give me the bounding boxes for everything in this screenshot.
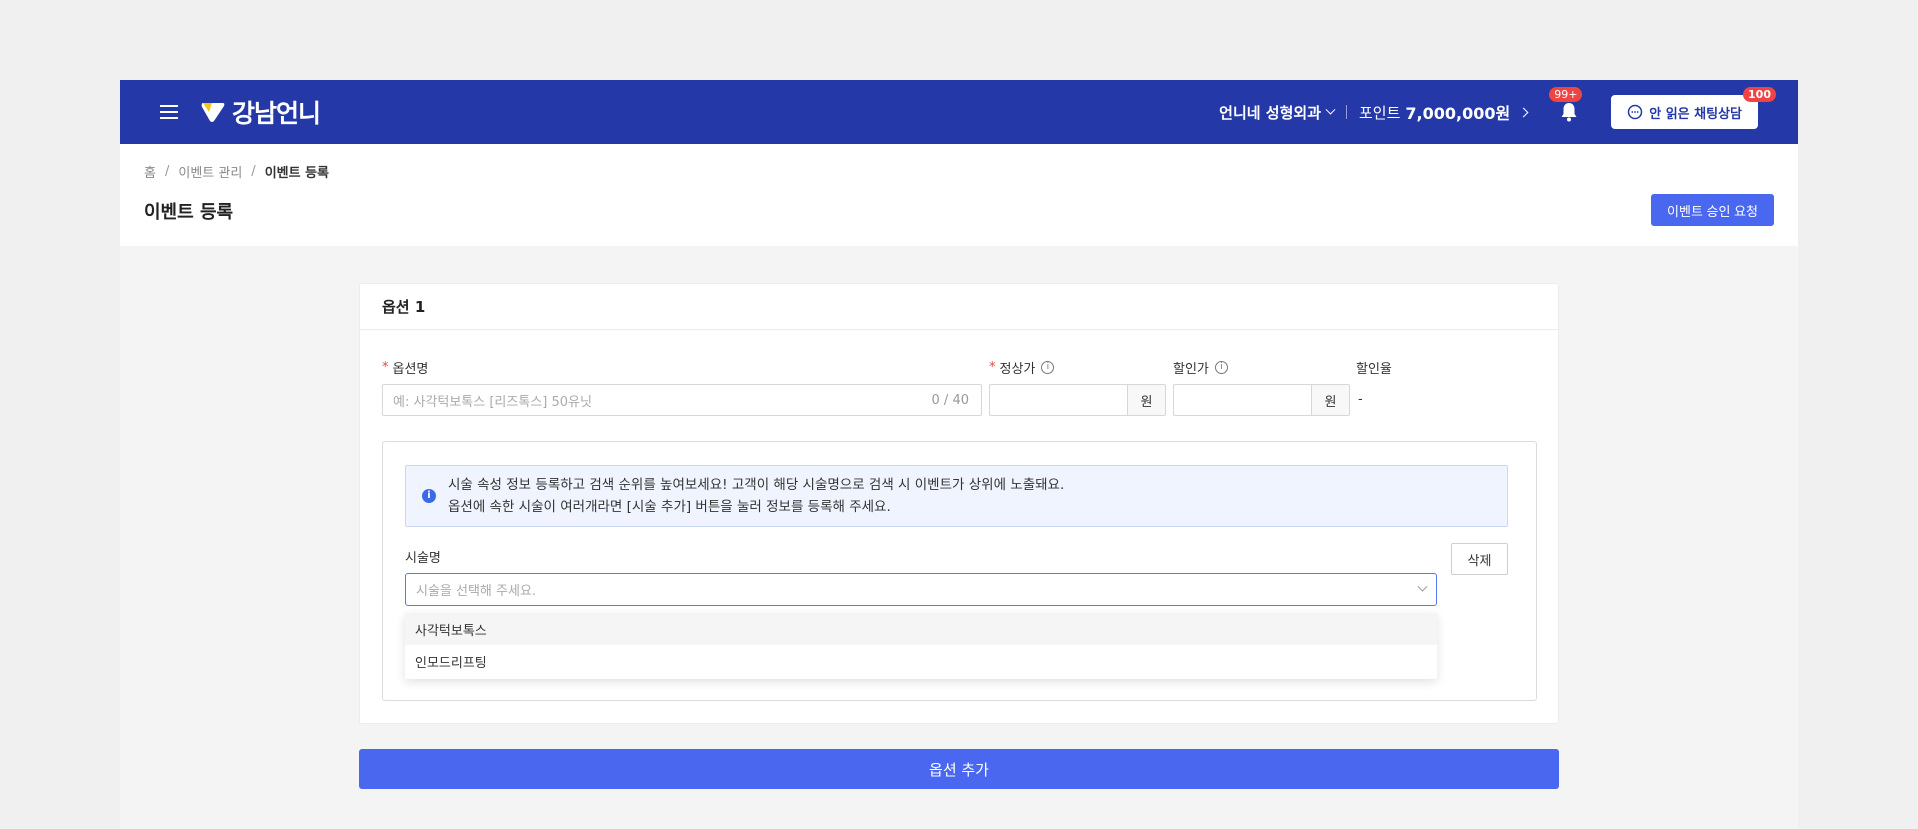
sale-price-label-text: 할인가 — [1173, 362, 1209, 377]
procedure-select[interactable]: 시술을 선택해 주세요. — [405, 573, 1437, 606]
breadcrumb-current: 이벤트 등록 — [264, 166, 330, 181]
info-icon: i — [422, 489, 436, 503]
regular-price-label: * 정상가 i — [989, 358, 1055, 377]
option-name-counter: 0 / 40 — [931, 392, 969, 408]
procedure-dropdown: 사각턱보톡스 인모드리프팅 — [405, 613, 1437, 679]
notice-text: 시술 속성 정보 등록하고 검색 순위를 높여보세요! 고객이 해당 시술명으로… — [448, 474, 1064, 518]
logo-mark-icon — [201, 103, 225, 122]
dropdown-option[interactable]: 인모드리프팅 — [405, 645, 1437, 677]
option-name-input[interactable]: 예: 사각턱보톡스 [리즈톡스] 50유닛 0 / 40 — [382, 384, 982, 416]
chevron-down-icon — [1417, 581, 1428, 592]
option-field-labels: * 옵션명 * 정상가 i 할인가 i 할인율 — [382, 358, 1542, 377]
info-icon[interactable]: i — [1041, 361, 1055, 374]
delete-procedure-button[interactable]: 삭제 — [1451, 543, 1508, 575]
breadcrumb-home[interactable]: 홈 — [144, 162, 156, 181]
dropdown-option[interactable]: 사각턱보톡스 — [405, 613, 1437, 645]
sale-price-input[interactable]: 원 — [1173, 384, 1350, 416]
discount-rate-value: - — [1358, 392, 1363, 407]
discount-rate-label-text: 할인율 — [1356, 362, 1392, 377]
option-card: 옵션 1 * 옵션명 * 정상가 i 할인가 i 할인율 예: 사각턱보톡스 [… — [359, 283, 1559, 724]
breadcrumb: 홈 / 이벤트 관리 / 이벤트 등록 — [144, 144, 1774, 181]
clinic-name: 언니네 성형외과 — [1219, 103, 1321, 122]
notice-line-1: 시술 속성 정보 등록하고 검색 순위를 높여보세요! 고객이 해당 시술명으로… — [448, 477, 1065, 493]
top-navigation-bar: 강남언니 언니네 성형외과 포인트 7,000,000원 99+ 안 읽은 채팅… — [120, 80, 1798, 144]
logo-text: 강남언니 — [232, 99, 321, 128]
divider — [1346, 105, 1347, 119]
option-name-label-text: 옵션명 — [392, 362, 429, 377]
points-amount: 7,000,000원 — [1405, 104, 1511, 123]
procedure-section: i 시술 속성 정보 등록하고 검색 순위를 높여보세요! 고객이 해당 시술명… — [382, 441, 1537, 701]
procedure-notice: i 시술 속성 정보 등록하고 검색 순위를 높여보세요! 고객이 해당 시술명… — [405, 465, 1508, 527]
request-approval-button[interactable]: 이벤트 승인 요청 — [1651, 194, 1774, 226]
option-name-placeholder: 예: 사각턱보톡스 [리즈톡스] 50유닛 — [393, 394, 592, 410]
option-card-title: 옵션 1 — [360, 284, 1558, 330]
breadcrumb-separator: / — [164, 164, 170, 179]
chevron-right-icon — [1518, 107, 1529, 117]
chat-button-label: 안 읽은 채팅상담 — [1649, 106, 1742, 122]
breadcrumb-event-management[interactable]: 이벤트 관리 — [178, 162, 242, 181]
required-marker: * — [989, 360, 996, 375]
points-link[interactable]: 포인트 7,000,000원 — [1359, 100, 1529, 124]
page-header: 홈 / 이벤트 관리 / 이벤트 등록 이벤트 등록 이벤트 승인 요청 — [120, 144, 1798, 246]
regular-price-input[interactable]: 원 — [989, 384, 1166, 416]
hamburger-menu-icon[interactable] — [160, 105, 178, 119]
notice-line-2: 옵션에 속한 시술이 여러개라면 [시술 추가] 버튼을 눌러 정보를 등록해 … — [448, 499, 891, 515]
info-icon[interactable]: i — [1214, 361, 1228, 374]
chat-bubble-icon — [1627, 104, 1643, 120]
bell-icon — [1561, 103, 1577, 122]
chevron-down-icon — [1325, 104, 1336, 115]
currency-unit: 원 — [1127, 385, 1165, 415]
clinic-selector[interactable]: 언니네 성형외과 — [1219, 102, 1336, 123]
procedure-name-label: 시술명 — [405, 551, 441, 566]
procedure-select-placeholder: 시술을 선택해 주세요. — [416, 584, 537, 599]
add-option-button[interactable]: 옵션 추가 — [359, 749, 1559, 789]
notifications-button[interactable]: 99+ — [1549, 87, 1583, 124]
notifications-badge: 99+ — [1549, 87, 1583, 102]
points-label: 포인트 — [1359, 103, 1401, 122]
breadcrumb-separator: / — [251, 164, 256, 179]
logo[interactable]: 강남언니 — [200, 94, 321, 130]
sale-price-label: 할인가 i — [1173, 358, 1228, 377]
app-window: 강남언니 언니네 성형외과 포인트 7,000,000원 99+ 안 읽은 채팅… — [120, 80, 1798, 829]
chat-badge: 100 — [1743, 87, 1776, 102]
required-marker: * — [382, 360, 389, 375]
page-title: 이벤트 등록 — [144, 202, 234, 223]
topbar-right-group: 언니네 성형외과 포인트 7,000,000원 99+ 안 읽은 채팅상담 10… — [1219, 80, 1776, 144]
regular-price-label-text: 정상가 — [999, 362, 1036, 377]
currency-unit: 원 — [1311, 385, 1349, 415]
unread-chat-button[interactable]: 안 읽은 채팅상담 100 — [1611, 87, 1776, 129]
discount-rate-label: 할인율 — [1356, 358, 1392, 377]
option-name-label: * 옵션명 — [382, 358, 428, 377]
